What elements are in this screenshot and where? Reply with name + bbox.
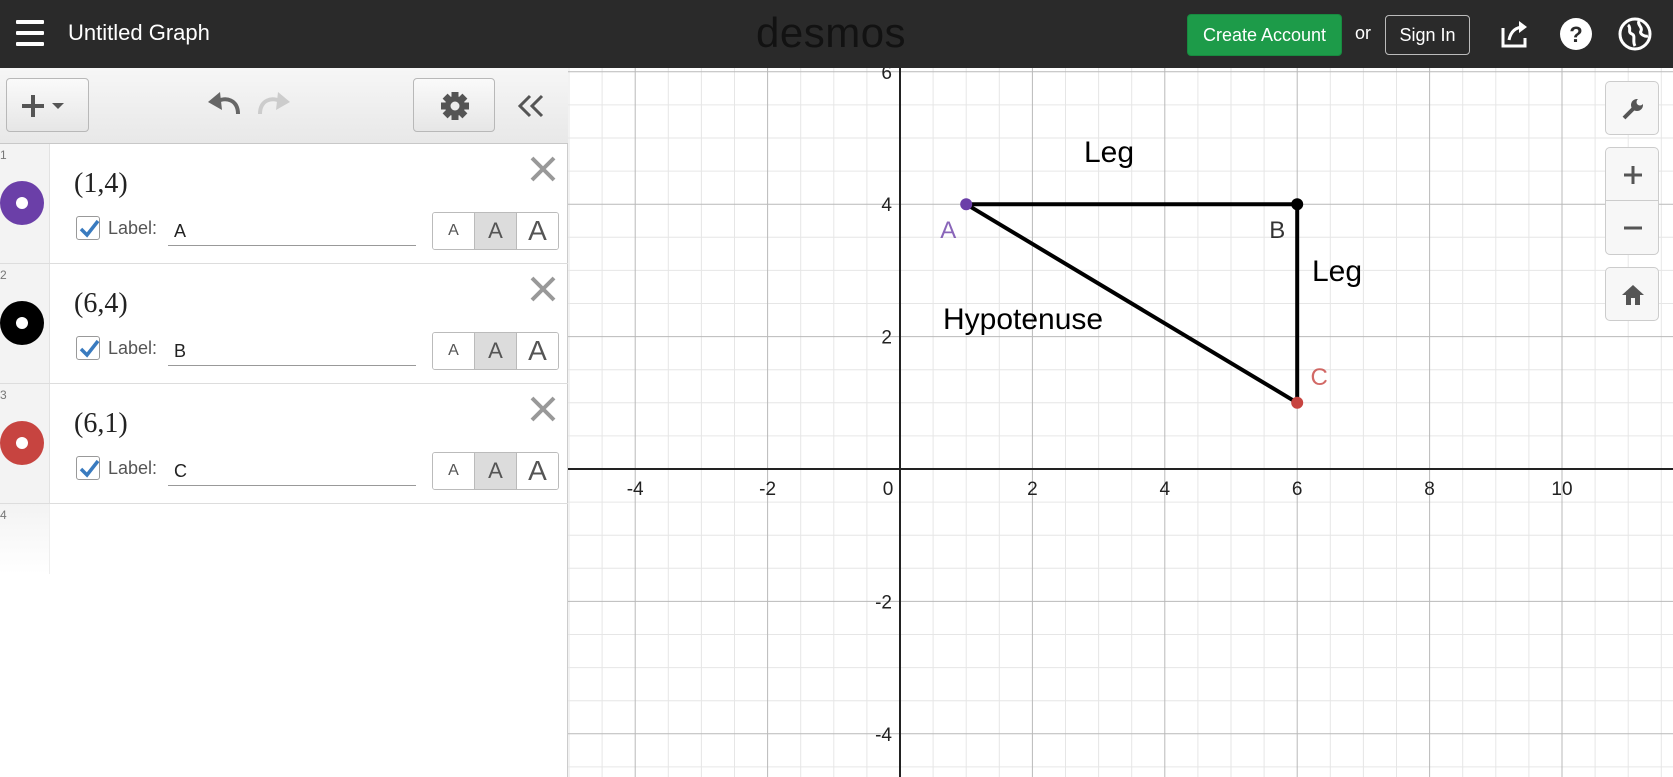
close-icon[interactable]	[527, 393, 559, 425]
label-size-small-button[interactable]: A	[433, 453, 475, 489]
point-label-c: C	[1311, 364, 1328, 391]
x-tick-label: 4	[1160, 479, 1171, 500]
checkmark-icon	[79, 219, 100, 238]
new-expression-item[interactable]: 4	[0, 504, 568, 574]
settings-button[interactable]	[413, 78, 495, 132]
point-c[interactable]	[1291, 396, 1304, 409]
default-viewport-button[interactable]	[1605, 267, 1659, 321]
undo-icon[interactable]	[204, 90, 244, 122]
desmos-logo: desmos	[756, 9, 907, 56]
y-tick-label: 2	[881, 328, 892, 349]
point-b[interactable]	[1291, 198, 1304, 211]
y-tick-label: -2	[875, 592, 892, 613]
expression-toolbar	[0, 68, 568, 144]
expression-number: 2	[0, 268, 7, 282]
wrench-icon	[1622, 98, 1644, 120]
expression-gutter: 2	[0, 264, 50, 383]
label-size-group: A A A	[432, 452, 559, 490]
label-size-small-button[interactable]: A	[433, 213, 475, 249]
help-icon[interactable]: ?	[1558, 16, 1594, 52]
label-size-small-button[interactable]: A	[433, 333, 475, 369]
annotation-hypotenuse: Hypotenuse	[943, 303, 1103, 336]
annotation-leg-right: Leg	[1312, 255, 1362, 288]
globe-icon[interactable]	[1617, 16, 1653, 52]
y-tick-label: 4	[881, 195, 892, 216]
svg-text:?: ?	[1569, 22, 1582, 47]
label-size-group: A A A	[432, 332, 559, 370]
close-icon[interactable]	[527, 153, 559, 185]
label-size-medium-button[interactable]: A	[475, 453, 517, 489]
expression-number: 3	[0, 388, 7, 402]
label-text: Label:	[108, 218, 158, 238]
label-text: Label:	[108, 338, 158, 358]
label-size-group: A A A	[432, 212, 559, 250]
label-size-large-button[interactable]: A	[517, 333, 558, 369]
expression-item[interactable]: 3 (6,1) Label: A A A	[0, 384, 568, 504]
add-icon	[22, 95, 64, 117]
graph-canvas[interactable]: -4 -2 0 2 4 6 8 10 6 4 2 -2 -4 A B C Leg Leg Hypotenus…	[568, 63, 1673, 777]
checkmark-icon	[79, 339, 100, 358]
expression-number: 4	[0, 508, 7, 522]
label-size-medium-button[interactable]: A	[475, 213, 517, 249]
annotation-leg-top: Leg	[1084, 136, 1134, 169]
x-tick-label: 2	[1027, 479, 1038, 500]
top-bar: Untitled Graph desmos Create Account or …	[0, 0, 1673, 68]
menu-icon[interactable]	[12, 16, 50, 52]
label-checkbox[interactable]	[76, 456, 100, 480]
redo-icon[interactable]	[254, 90, 294, 122]
collapse-panel-icon[interactable]	[512, 88, 552, 124]
expression-gutter: 4	[0, 504, 50, 574]
graph-title[interactable]: Untitled Graph	[68, 20, 210, 46]
expression-math[interactable]: (6,4)	[74, 288, 128, 320]
expression-item[interactable]: 2 (6,4) Label: A A A	[0, 264, 568, 384]
expression-number: 1	[0, 148, 7, 162]
zoom-in-icon	[1624, 166, 1642, 184]
expression-item[interactable]: 1 (1,4) Label: A A A	[0, 144, 568, 264]
point-color-icon[interactable]	[0, 181, 44, 225]
sign-in-button[interactable]: Sign In	[1385, 15, 1470, 55]
checkmark-icon	[79, 459, 100, 478]
label-input[interactable]	[168, 332, 416, 366]
label-input[interactable]	[168, 212, 416, 246]
label-checkbox[interactable]	[76, 336, 100, 360]
x-tick-label: 10	[1551, 479, 1572, 500]
point-a[interactable]	[960, 198, 973, 211]
close-icon[interactable]	[527, 273, 559, 305]
label-checkbox[interactable]	[76, 216, 100, 240]
y-tick-label: -4	[875, 725, 892, 746]
zoom-out-icon	[1624, 226, 1642, 230]
expression-math[interactable]: (6,1)	[74, 408, 128, 440]
graph-paper[interactable]: -4 -2 0 2 4 6 8 10 6 4 2 -2 -4 A B C Leg Leg Hypotenus…	[568, 63, 1673, 777]
point-color-icon[interactable]	[0, 421, 44, 465]
expression-panel: 1 (1,4) Label: A A A 2 (6,4) Label:	[0, 68, 568, 777]
create-account-button[interactable]: Create Account	[1187, 14, 1342, 56]
expression-gutter: 1	[0, 144, 50, 263]
x-tick-label: 6	[1292, 479, 1303, 500]
x-tick-label: 8	[1424, 479, 1435, 500]
x-tick-label: 0	[883, 479, 894, 500]
zoom-in-button[interactable]	[1605, 147, 1659, 201]
add-item-button[interactable]	[6, 78, 89, 132]
share-icon[interactable]	[1497, 16, 1533, 52]
expression-math[interactable]: (1,4)	[74, 168, 128, 200]
x-tick-label: -4	[627, 479, 644, 500]
zoom-out-button[interactable]	[1605, 201, 1659, 255]
label-input[interactable]	[168, 452, 416, 486]
home-icon	[1622, 285, 1644, 305]
gear-icon	[441, 92, 469, 120]
label-size-large-button[interactable]: A	[517, 453, 558, 489]
label-size-large-button[interactable]: A	[517, 213, 558, 249]
graph-settings-button[interactable]	[1605, 81, 1659, 135]
point-color-icon[interactable]	[0, 301, 44, 345]
y-tick-label: 6	[881, 68, 892, 84]
label-size-medium-button[interactable]: A	[475, 333, 517, 369]
point-label-b: B	[1269, 217, 1285, 244]
expression-gutter: 3	[0, 384, 50, 503]
or-text: or	[1355, 23, 1372, 43]
label-text: Label:	[108, 458, 158, 478]
point-label-a: A	[940, 217, 956, 244]
x-tick-label: -2	[759, 479, 776, 500]
